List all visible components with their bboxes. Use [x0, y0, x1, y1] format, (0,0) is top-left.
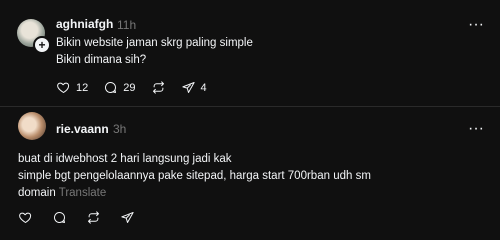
comment-button[interactable]: 29 [103, 80, 136, 95]
heart-icon [19, 212, 32, 223]
more-options-icon[interactable]: ··· [468, 121, 484, 137]
post-text-line: Bikin dimana sih? [56, 54, 147, 66]
avatar[interactable] [18, 112, 46, 140]
follow-plus-icon[interactable]: + [33, 36, 51, 54]
post-text-fragment: domain [18, 187, 56, 199]
post-timestamp: 11h [117, 18, 137, 32]
thread-post: + aghniafgh 11h ··· Bikin website jaman … [0, 0, 500, 106]
comment-icon [54, 212, 65, 223]
like-button[interactable] [18, 210, 33, 225]
repost-button[interactable] [151, 80, 166, 95]
post-actions: 12 29 4 [56, 80, 222, 95]
post-text-line: Bikin website jaman skrg paling simple [56, 37, 253, 49]
post-timestamp: 3h [113, 122, 127, 136]
post-actions [18, 210, 150, 225]
translate-link[interactable]: Translate [59, 187, 107, 199]
comment-icon [105, 82, 117, 93]
more-options-icon[interactable]: ··· [468, 17, 484, 33]
send-icon [181, 82, 195, 93]
comment-button[interactable] [52, 210, 67, 225]
repost-button[interactable] [86, 210, 101, 225]
share-count: 4 [200, 81, 207, 94]
repost-icon [88, 211, 99, 224]
post-username[interactable]: aghniafgh [56, 17, 113, 31]
post-username[interactable]: rie.vaann [56, 122, 109, 136]
post-text-line: buat di idwebhost 2 hari langsung jadi k… [18, 153, 232, 165]
heart-icon [57, 82, 70, 93]
post-text-line-last: domain Translate [18, 185, 106, 202]
like-button[interactable]: 12 [56, 80, 88, 95]
post-text-line: simple bgt pengelolaannya pake sitepad, … [18, 170, 371, 182]
comment-count: 29 [123, 81, 136, 94]
share-button[interactable]: 4 [181, 80, 207, 95]
repost-icon [152, 81, 164, 94]
send-icon [121, 212, 134, 223]
like-count: 12 [76, 81, 89, 94]
share-button[interactable] [120, 210, 135, 225]
